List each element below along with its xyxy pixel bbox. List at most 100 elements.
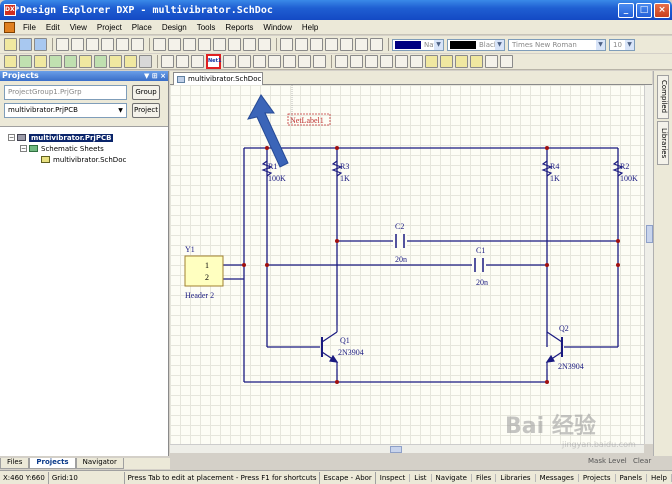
status-files[interactable]: Files — [472, 473, 497, 482]
clear-button[interactable]: Clear — [633, 457, 651, 465]
zoom-in-icon[interactable] — [86, 38, 99, 51]
part-icon[interactable] — [253, 55, 266, 68]
project-select[interactable]: multivibrator.PrjPCB ▼ — [4, 103, 127, 118]
tab-libraries[interactable]: Libraries — [657, 121, 669, 165]
polygon-icon[interactable] — [350, 55, 363, 68]
interactive-icon[interactable] — [370, 38, 383, 51]
bezier-icon[interactable] — [380, 55, 393, 68]
font-size-select[interactable]: 10 ▼ — [609, 38, 635, 51]
tab-projects[interactable]: Projects — [29, 458, 76, 469]
grid-icon[interactable] — [355, 38, 368, 51]
project-icon[interactable] — [19, 55, 32, 68]
menu-tools[interactable]: Tools — [192, 23, 221, 32]
scroll-thumb[interactable] — [646, 225, 653, 243]
document-icon[interactable] — [109, 55, 122, 68]
undo-icon[interactable] — [280, 38, 293, 51]
compile-icon[interactable] — [325, 38, 338, 51]
group-button[interactable]: Group — [132, 85, 160, 100]
status-help[interactable]: Help — [647, 473, 672, 482]
status-messages[interactable]: Messages — [536, 473, 579, 482]
zoom-area-icon[interactable] — [131, 38, 144, 51]
zoom-fit-icon[interactable] — [116, 38, 129, 51]
graphic-icon[interactable] — [485, 55, 498, 68]
tab-files[interactable]: Files — [0, 458, 30, 469]
ground-icon[interactable] — [223, 55, 236, 68]
sheet-icon[interactable] — [94, 55, 107, 68]
vertical-scrollbar[interactable] — [644, 85, 653, 444]
menu-file[interactable]: File — [18, 23, 41, 32]
clear-filter-icon[interactable] — [258, 38, 271, 51]
print-icon[interactable] — [56, 38, 69, 51]
font-name-select[interactable]: Times New Roman ▼ — [508, 38, 606, 51]
schematic-canvas[interactable]: R1 100K R3 1K R4 1K R2 100K C2 20n C1 20… — [170, 85, 644, 444]
folder-icon[interactable] — [124, 55, 137, 68]
project-button[interactable]: Project — [132, 103, 160, 118]
open-project-icon[interactable] — [4, 55, 17, 68]
menu-design[interactable]: Design — [157, 23, 192, 32]
panel-controls[interactable]: ▼ ⊞ × — [144, 71, 166, 81]
component-icon[interactable] — [79, 55, 92, 68]
paste-icon[interactable] — [183, 38, 196, 51]
rounded-rectangle-icon[interactable] — [440, 55, 453, 68]
close-button[interactable]: × — [654, 2, 670, 18]
tab-navigator[interactable]: Navigator — [75, 458, 124, 469]
rubber-stamp-icon[interactable] — [198, 38, 211, 51]
mask-level-button[interactable]: Mask Level — [588, 457, 627, 465]
array-icon[interactable] — [500, 55, 513, 68]
save-icon[interactable] — [34, 38, 47, 51]
pie-icon[interactable] — [470, 55, 483, 68]
status-libraries[interactable]: Libraries — [496, 473, 536, 482]
zoom-out-icon[interactable] — [101, 38, 114, 51]
bus-icon[interactable] — [176, 55, 189, 68]
hierarchy-icon[interactable] — [310, 38, 323, 51]
arc-icon[interactable] — [365, 55, 378, 68]
print-preview-icon[interactable] — [71, 38, 84, 51]
status-projects[interactable]: Projects — [579, 473, 616, 482]
menu-edit[interactable]: Edit — [41, 23, 65, 32]
menu-view[interactable]: View — [65, 23, 92, 32]
library-icon[interactable] — [34, 55, 47, 68]
text-frame-icon[interactable] — [410, 55, 423, 68]
move-icon[interactable] — [228, 38, 241, 51]
ellipse-icon[interactable] — [455, 55, 468, 68]
copy-icon[interactable] — [168, 38, 181, 51]
sheet-symbol-icon[interactable] — [268, 55, 281, 68]
deselect-icon[interactable] — [243, 38, 256, 51]
new-icon[interactable] — [4, 38, 17, 51]
status-navigate[interactable]: Navigate — [432, 473, 472, 482]
no-erc-icon[interactable] — [313, 55, 326, 68]
sheet-entry-icon[interactable] — [283, 55, 296, 68]
power-port-icon[interactable] — [238, 55, 251, 68]
redo-icon[interactable] — [295, 38, 308, 51]
port-icon[interactable] — [298, 55, 311, 68]
text-icon[interactable] — [395, 55, 408, 68]
dxp-menu-icon[interactable] — [4, 21, 15, 33]
cut-icon[interactable] — [153, 38, 166, 51]
collapse-icon[interactable]: − — [8, 134, 15, 141]
select-area-icon[interactable] — [213, 38, 226, 51]
minimize-button[interactable]: _ — [618, 2, 634, 18]
menu-reports[interactable]: Reports — [220, 23, 258, 32]
add-icon[interactable] — [64, 55, 77, 68]
menu-project[interactable]: Project — [92, 23, 127, 32]
scroll-thumb[interactable] — [390, 446, 402, 453]
workspace-field[interactable]: ProjectGroup1.PrjGrp — [4, 85, 127, 100]
menu-help[interactable]: Help — [297, 23, 323, 32]
rectangle-icon[interactable] — [425, 55, 438, 68]
tree-item-schdoc[interactable]: multivibrator.SchDoc — [8, 154, 160, 165]
tree-item-project[interactable]: − multivibrator.PrjPCB — [8, 132, 160, 143]
tree-item-schematic-sheets[interactable]: − Schematic Sheets — [8, 143, 160, 154]
status-inspect[interactable]: Inspect — [376, 473, 411, 482]
wire-icon[interactable] — [161, 55, 174, 68]
maximize-button[interactable]: □ — [636, 2, 652, 18]
place-net-label-button[interactable]: Net1 — [206, 54, 221, 69]
menu-window[interactable]: Window — [258, 23, 296, 32]
properties-icon[interactable] — [139, 55, 152, 68]
tab-compiled[interactable]: Compiled — [657, 75, 669, 119]
compile-project-icon[interactable] — [49, 55, 62, 68]
line-icon[interactable] — [335, 55, 348, 68]
floating-net-label[interactable]: NetLabel1 — [287, 85, 331, 126]
open-icon[interactable] — [19, 38, 32, 51]
bus-entry-icon[interactable] — [191, 55, 204, 68]
probe-icon[interactable] — [340, 38, 353, 51]
